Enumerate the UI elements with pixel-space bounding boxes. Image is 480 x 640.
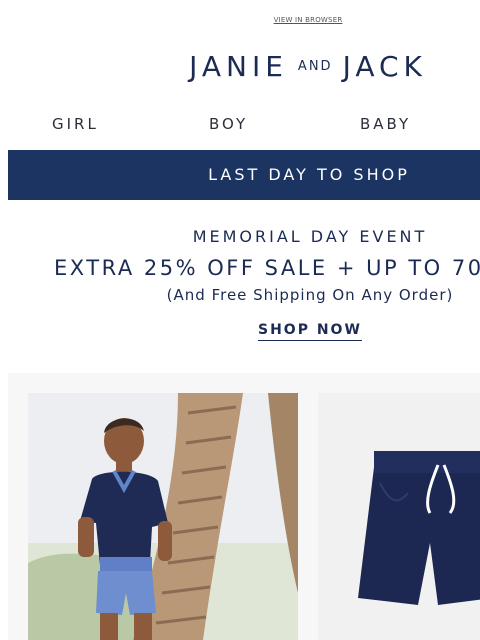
logo-word-and: AND <box>297 59 333 74</box>
shorts-illustration <box>318 393 480 640</box>
logo-word-janie: JANIE <box>189 50 288 83</box>
brand-logo[interactable]: JANIE AND JACK <box>0 50 480 83</box>
nav-item-girl[interactable]: GIRL <box>52 115 99 133</box>
last-day-banner[interactable]: LAST DAY TO SHOP <box>8 150 480 200</box>
view-in-browser-link[interactable]: VIEW IN BROWSER <box>0 16 480 24</box>
banner-label: LAST DAY TO SHOP <box>208 165 410 184</box>
nav-item-boy[interactable]: BOY <box>209 115 248 133</box>
category-nav: GIRL BOY BABY <box>0 115 480 135</box>
event-title: MEMORIAL DAY EVENT <box>192 227 428 246</box>
shop-now-link[interactable]: SHOP NOW <box>258 322 362 341</box>
boy-outfit-photo[interactable] <box>28 393 298 640</box>
logo-word-jack: JACK <box>342 50 427 83</box>
promo-subline: (And Free Shipping On Any Order) <box>166 286 454 304</box>
nav-item-baby[interactable]: BABY <box>360 115 411 133</box>
promo-headline: EXTRA 25% OFF SALE + UP TO 70 <box>54 256 480 280</box>
boy-photo-illustration <box>28 393 298 640</box>
navy-shorts-photo[interactable] <box>318 393 480 640</box>
